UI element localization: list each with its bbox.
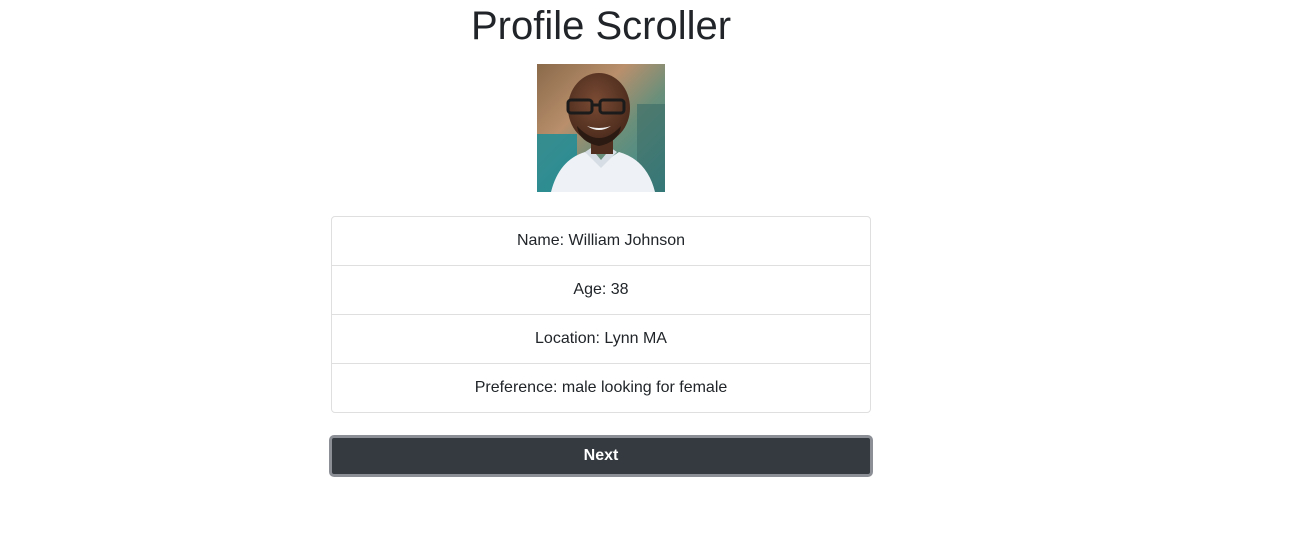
profile-location: Location: Lynn MA	[332, 314, 870, 363]
profile-age: Age: 38	[332, 265, 870, 314]
profile-preference: Preference: male looking for female	[332, 363, 870, 412]
profile-scroller-page: Profile Scroller Name: William Johnson A…	[0, 0, 1306, 551]
next-button[interactable]: Next	[329, 435, 873, 477]
profile-photo	[537, 64, 665, 192]
profile-name: Name: William Johnson	[516, 232, 686, 249]
profile-details-list: Name: William Johnson Age: 38 Location: …	[331, 216, 871, 413]
page-title: Profile Scroller	[470, 4, 732, 48]
